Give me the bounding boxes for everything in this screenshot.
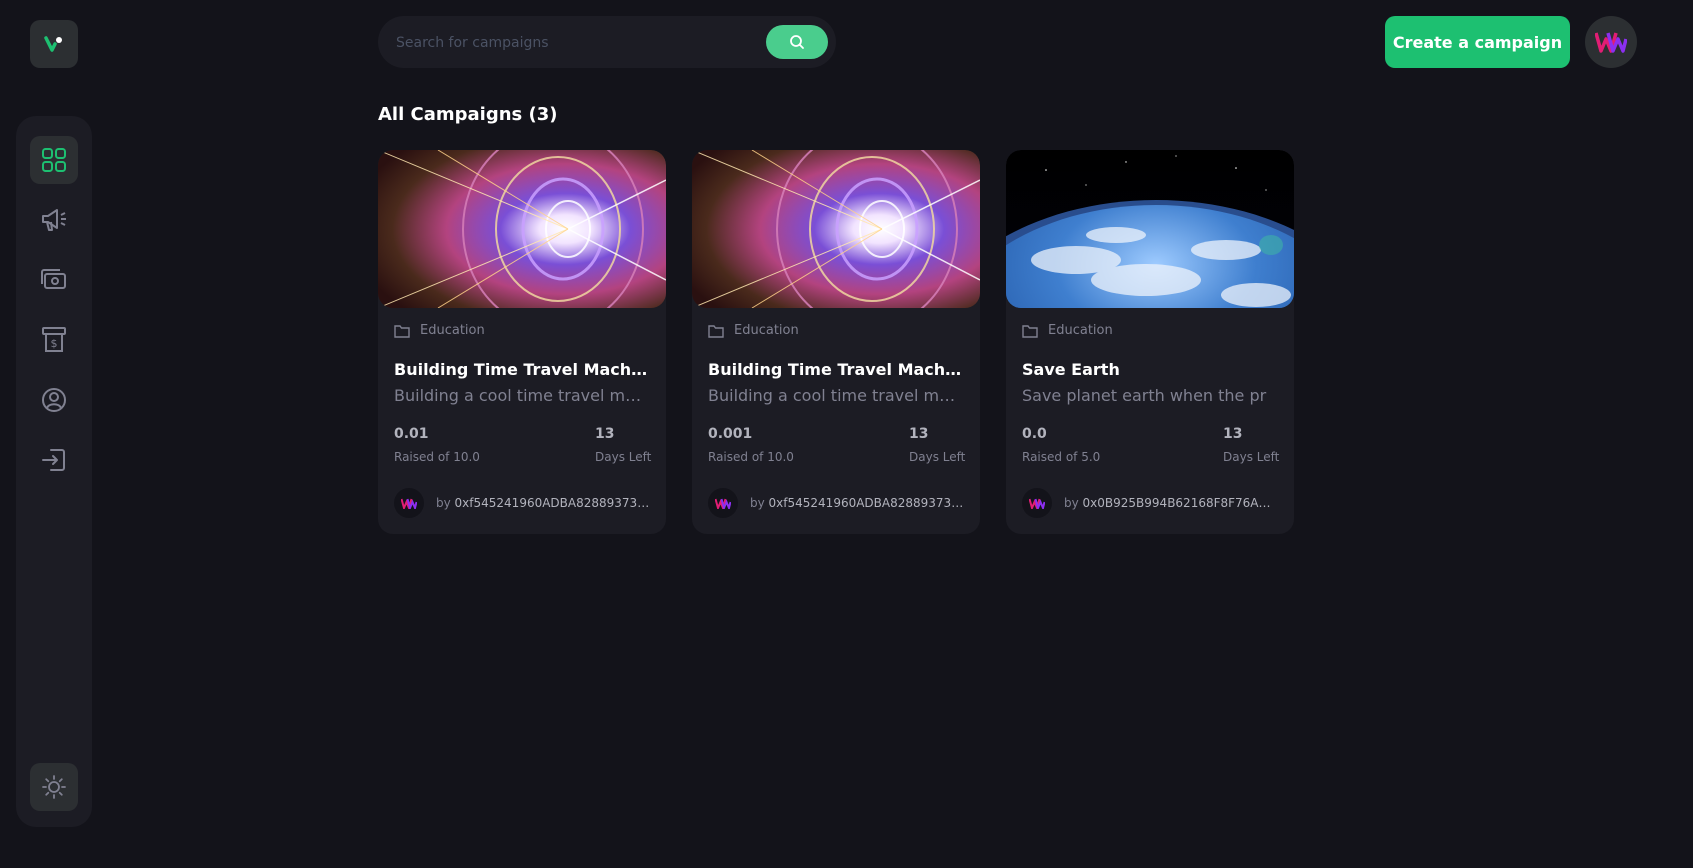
owner-avatar bbox=[708, 488, 738, 518]
campaign-card[interactable]: Education Save Earth Save planet earth w… bbox=[1006, 150, 1294, 534]
sidebar-item-campaign[interactable] bbox=[30, 196, 78, 244]
campaign-image bbox=[692, 150, 980, 308]
days-left-label: Days Left bbox=[1223, 450, 1280, 464]
days-left-label: Days Left bbox=[595, 450, 652, 464]
owner-avatar bbox=[1022, 488, 1052, 518]
campaign-owner: by 0xf545241960ADBA8288937394dA bbox=[750, 496, 964, 510]
days-left-value: 13 bbox=[909, 426, 929, 442]
sidebar-item-withdraw[interactable]: $ bbox=[30, 316, 78, 364]
days-left-label: Days Left bbox=[909, 450, 966, 464]
brand-avatar-icon bbox=[715, 498, 731, 509]
brand-avatar-icon bbox=[1029, 498, 1045, 509]
campaign-card[interactable]: Education Building Time Travel Machine B… bbox=[692, 150, 980, 534]
v-logo-icon bbox=[44, 36, 62, 52]
folder-icon bbox=[708, 324, 724, 338]
campaign-owner: by 0xf545241960ADBA8288937394dA bbox=[436, 496, 650, 510]
owner-prefix: by bbox=[436, 496, 451, 510]
amount-raised: 0.0 bbox=[1022, 426, 1047, 442]
withdraw-icon: $ bbox=[42, 327, 66, 352]
sidebar-item-logout[interactable] bbox=[30, 436, 78, 484]
category-row: Education bbox=[394, 323, 485, 338]
owner-prefix: by bbox=[1064, 496, 1079, 510]
profile-avatar-button[interactable] bbox=[1585, 16, 1637, 68]
sidebar-item-dashboard[interactable] bbox=[30, 136, 78, 184]
campaign-title: Building Time Travel Machine bbox=[708, 360, 964, 379]
owner-address: 0x0B925B994B62168F8F76A2A05c bbox=[1082, 496, 1278, 510]
days-left-value: 13 bbox=[1223, 426, 1243, 442]
grid-icon bbox=[42, 148, 66, 172]
amount-raised: 0.01 bbox=[394, 426, 429, 442]
campaign-image bbox=[1006, 150, 1294, 308]
owner-avatar bbox=[394, 488, 424, 518]
campaign-owner: by 0x0B925B994B62168F8F76A2A05c bbox=[1064, 496, 1278, 510]
category-label: Education bbox=[734, 323, 799, 338]
sidebar-item-profile[interactable] bbox=[30, 376, 78, 424]
search-input[interactable] bbox=[394, 16, 728, 70]
owner-address: 0xf545241960ADBA8288937394dA bbox=[454, 496, 650, 510]
folder-icon bbox=[394, 324, 410, 338]
app-logo[interactable] bbox=[30, 20, 78, 68]
search-icon bbox=[790, 35, 804, 49]
category-row: Education bbox=[1022, 323, 1113, 338]
owner-prefix: by bbox=[750, 496, 765, 510]
create-campaign-button[interactable]: Create a campaign bbox=[1385, 16, 1570, 68]
search-bar bbox=[378, 16, 836, 70]
campaign-title: Building Time Travel Machine bbox=[394, 360, 650, 379]
days-left-value: 13 bbox=[595, 426, 615, 442]
campaign-description: Building a cool time travel machine bbox=[394, 386, 650, 405]
brand-avatar-icon bbox=[401, 498, 417, 509]
campaign-image bbox=[378, 150, 666, 308]
raised-label: Raised of 10.0 bbox=[708, 450, 794, 464]
logout-icon bbox=[42, 449, 65, 471]
campaign-description: Building a cool time travel machine bbox=[708, 386, 964, 405]
raised-label: Raised of 5.0 bbox=[1022, 450, 1101, 464]
brand-avatar-icon bbox=[1595, 32, 1627, 53]
category-label: Education bbox=[420, 323, 485, 338]
campaign-title: Save Earth bbox=[1022, 360, 1120, 379]
money-icon bbox=[41, 269, 66, 289]
sidebar-item-payment[interactable] bbox=[30, 256, 78, 304]
page-title: All Campaigns (3) bbox=[378, 104, 558, 125]
raised-label: Raised of 10.0 bbox=[394, 450, 480, 464]
campaign-description: Save planet earth when the pr bbox=[1022, 386, 1267, 405]
sun-icon bbox=[42, 775, 66, 799]
amount-raised: 0.001 bbox=[708, 426, 753, 442]
search-button[interactable] bbox=[766, 25, 828, 59]
folder-icon bbox=[1022, 324, 1038, 338]
category-label: Education bbox=[1048, 323, 1113, 338]
owner-address: 0xf545241960ADBA8288937394dA bbox=[768, 496, 964, 510]
theme-toggle[interactable] bbox=[30, 763, 78, 811]
category-row: Education bbox=[708, 323, 799, 338]
campaign-card[interactable]: Education Building Time Travel Machine B… bbox=[378, 150, 666, 534]
svg-text:$: $ bbox=[51, 337, 58, 350]
user-circle-icon bbox=[42, 388, 66, 412]
megaphone-icon bbox=[42, 209, 66, 231]
sidebar: $ bbox=[16, 116, 92, 827]
